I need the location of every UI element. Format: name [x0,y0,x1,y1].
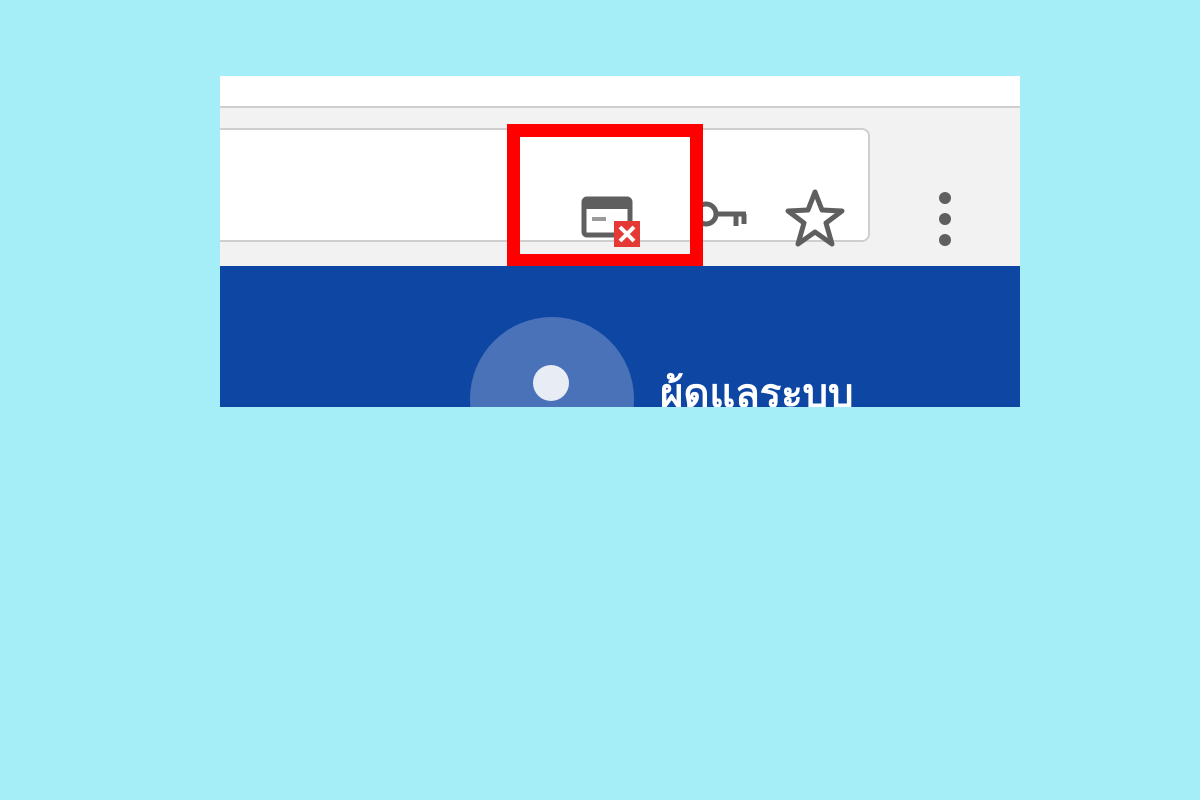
vertical-ellipsis-icon[interactable] [925,186,965,252]
avatar-person-icon [533,365,569,401]
user-label: ผู้ดูแลระบบ [660,371,854,407]
tab-strip [220,76,1020,108]
canvas: ผู้ดูแลระบบ [0,0,1200,800]
star-icon[interactable] [782,186,848,252]
popup-blocked-icon[interactable] [580,193,646,253]
address-bar[interactable] [220,128,870,242]
avatar[interactable] [470,317,634,407]
browser-screenshot: ผู้ดูแลระบบ [220,76,1020,407]
page-header: ผู้ดูแลระบบ [220,266,1020,407]
browser-toolbar [220,108,1020,266]
key-icon[interactable] [692,196,752,236]
